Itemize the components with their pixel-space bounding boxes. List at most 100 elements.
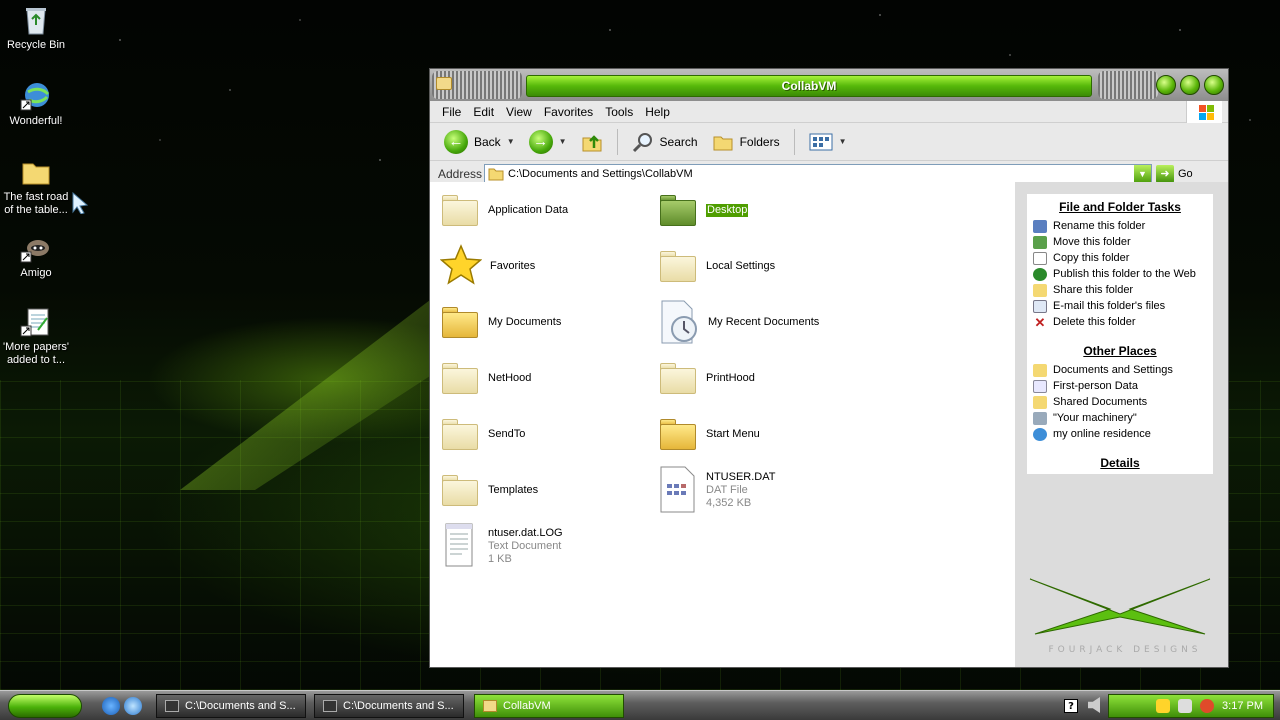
email-files-link[interactable]: E-mail this folder's files [1027,298,1213,314]
volume-icon[interactable] [1088,697,1100,713]
list-item-my-recent-documents[interactable]: My Recent Documents [658,296,868,348]
list-item-start-menu[interactable]: Start Menu [658,408,868,460]
list-item-my-documents[interactable]: My Documents [440,296,650,348]
folders-label: Folders [739,134,780,149]
menu-view[interactable]: View [500,105,538,119]
address-value: C:\Documents and Settings\CollabVM [508,167,693,180]
item-size: 1 KB [488,552,512,565]
title-grip-right [1098,71,1158,99]
folder-icon [440,473,480,507]
security-shield-icon[interactable] [1156,699,1171,713]
desktop-icon-wonderful[interactable]: Wonderful! [0,80,72,128]
task-folder-icon [483,700,497,712]
recycle-bin-icon [20,4,52,36]
window-title: CollabVM [526,75,1092,97]
explorer-window[interactable]: CollabVM File Edit View Favorites Tools … [429,68,1229,668]
system-tray: 3:17 PM [1108,694,1274,718]
window-folder-icon[interactable] [436,77,452,90]
publish-folder-link[interactable]: Publish this folder to the Web [1027,266,1213,282]
list-item-nethood[interactable]: NetHood [440,352,650,404]
menu-bar: File Edit View Favorites Tools Help [430,101,1228,123]
folder-icon [440,193,480,227]
your-machinery-link[interactable]: "Your machinery" [1027,410,1213,426]
email-icon [1033,299,1047,313]
item-name: SendTo [488,427,526,440]
start-button[interactable] [8,694,82,718]
menu-file[interactable]: File [436,105,467,119]
list-item-printhood[interactable]: PrintHood [658,352,868,404]
item-name: Templates [488,483,539,496]
tray-magnifier-icon[interactable] [1200,699,1215,713]
list-item-ntuser-dat-log[interactable]: ntuser.dat.LOG Text Document 1 KB [440,520,650,572]
menu-favorites[interactable]: Favorites [538,105,599,119]
list-item-templates[interactable]: Templates [440,464,650,516]
internet-explorer-icon[interactable] [102,697,120,715]
link-label: Documents and Settings [1053,364,1173,376]
copy-folder-link[interactable]: Copy this folder [1027,250,1213,266]
menu-help[interactable]: Help [639,105,676,119]
documents-settings-link[interactable]: Documents and Settings [1027,362,1213,378]
views-dropdown-icon: ▼ [838,137,847,146]
close-button[interactable] [1204,75,1224,95]
list-item-application-data[interactable]: Application Data [440,184,650,236]
forward-button[interactable]: → ▼ [525,127,571,157]
shared-documents-link[interactable]: Shared Documents [1027,394,1213,410]
back-arrow-icon: ← [444,129,468,154]
link-label: Delete this folder [1053,316,1136,328]
share-folder-link[interactable]: Share this folder [1027,282,1213,298]
item-name: My Documents [488,315,562,328]
address-input[interactable]: C:\Documents and Settings\CollabVM ▼ [484,163,1152,184]
computer-icon [1033,411,1047,425]
up-folder-button[interactable] [577,127,607,157]
link-label: my online residence [1053,428,1151,440]
taskbar-button-documents-1[interactable]: C:\Documents and S... [156,694,306,718]
help-icon[interactable]: ? [1064,699,1078,713]
documents-icon [1033,379,1047,393]
details-heading[interactable]: Details [1027,456,1213,470]
back-button[interactable]: ← Back ▼ [440,127,519,157]
list-item-sendto[interactable]: SendTo [440,408,650,460]
folders-button[interactable]: Folders [708,127,784,157]
list-item-local-settings[interactable]: Local Settings [658,240,868,292]
delete-folder-link[interactable]: ✕ Delete this folder [1027,314,1213,330]
search-label: Search [659,134,698,149]
search-button[interactable]: Search [628,127,702,157]
desktop-icon-amigo[interactable]: Amigo [0,232,72,280]
item-name: My Recent Documents [708,315,820,328]
minimize-button[interactable] [1156,75,1176,95]
first-person-data-link[interactable]: First-person Data [1027,378,1213,394]
taskbar-button-collabvm[interactable]: CollabVM [474,694,624,718]
forward-arrow-icon: → [528,129,553,154]
list-item-desktop[interactable]: Desktop [658,184,868,236]
file-folder-tasks-heading[interactable]: File and Folder Tasks [1027,200,1213,214]
go-arrow-icon: ➜ [1156,164,1174,183]
desktop-icon-label: The fast road of the table... [3,191,69,216]
file-list[interactable]: Application Data Desktop Favorites Local… [430,182,1015,667]
maximize-button[interactable] [1180,75,1200,95]
window-titlebar[interactable]: CollabVM [430,69,1228,101]
address-dropdown-button[interactable]: ▼ [1134,164,1151,183]
rename-folder-link[interactable]: Rename this folder [1027,218,1213,234]
menu-edit[interactable]: Edit [467,105,500,119]
views-button[interactable]: ▼ [805,127,851,157]
go-button[interactable]: ➜ Go [1156,164,1193,183]
menu-tools[interactable]: Tools [599,105,639,119]
list-item-favorites[interactable]: Favorites [440,240,650,292]
network-icon[interactable] [1178,699,1193,713]
recent-documents-icon [661,300,697,344]
back-label: Back [474,134,501,149]
list-item-ntuser-dat[interactable]: NTUSER.DAT DAT File 4,352 KB [658,464,868,516]
forward-dropdown-icon[interactable]: ▼ [559,137,567,146]
move-folder-link[interactable]: Move this folder [1027,234,1213,250]
desktop-icon-fast-road[interactable]: The fast road of the table... [0,156,72,217]
other-places-heading[interactable]: Other Places [1027,344,1213,358]
star-icon [440,244,482,285]
taskbar-button-documents-2[interactable]: C:\Documents and S... [314,694,464,718]
go-label: Go [1178,167,1193,180]
online-residence-link[interactable]: my online residence [1027,426,1213,442]
desktop-icon-more-papers[interactable]: 'More papers' added to t... [0,306,72,367]
share-icon [1033,283,1047,297]
quick-launch-globe-icon[interactable] [124,697,142,715]
desktop-icon-recycle-bin[interactable]: Recycle Bin [0,4,72,52]
back-dropdown-icon[interactable]: ▼ [507,137,515,146]
